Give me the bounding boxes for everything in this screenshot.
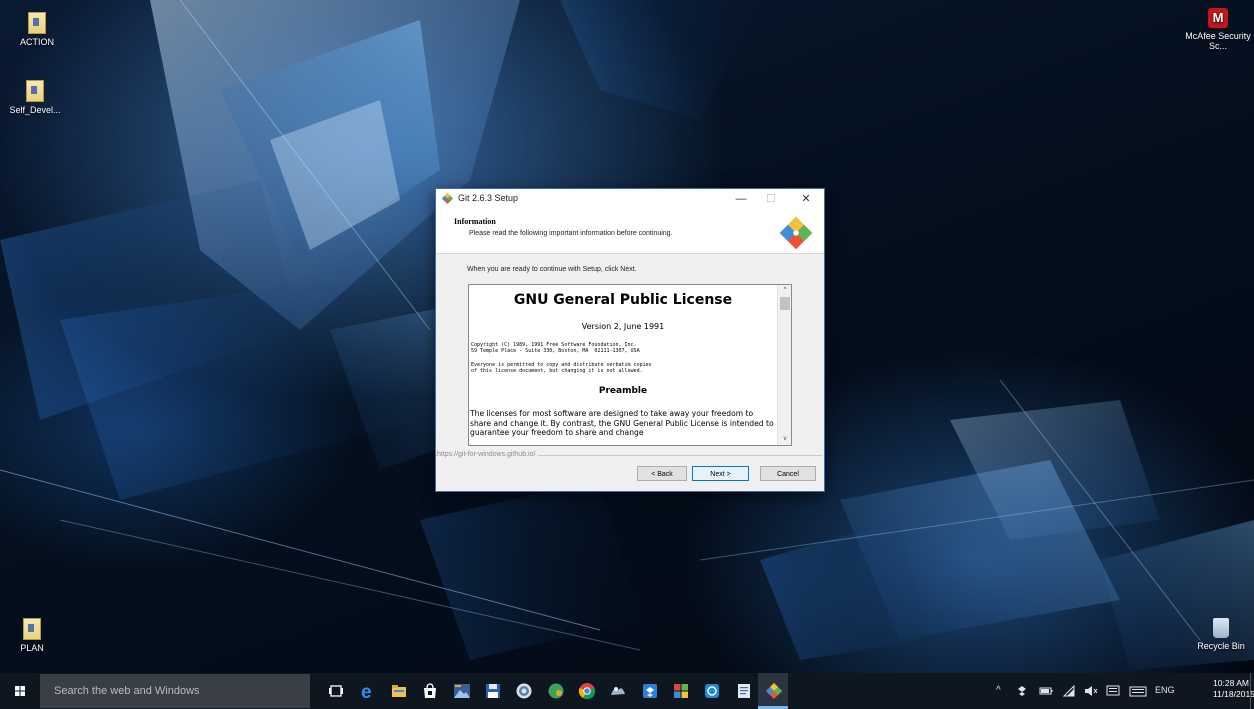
green-phone-icon[interactable] (546, 681, 566, 701)
minimize-button[interactable]: — (726, 189, 756, 209)
preamble-heading: Preamble (598, 386, 648, 396)
address-line: 59 Temple Place - Suite 330, Boston, MA … (471, 348, 640, 354)
document-icon[interactable] (734, 681, 754, 701)
chrome-icon[interactable] (577, 681, 597, 701)
color-tiles-icon[interactable] (671, 681, 691, 701)
scroll-up-arrow[interactable]: ^ (778, 285, 791, 295)
wifi-icon[interactable] (1061, 683, 1077, 699)
wizard-header: Information Please read the following im… (436, 209, 824, 254)
scroll-thumb[interactable] (780, 297, 790, 310)
folder-file-icon (23, 618, 41, 640)
desktop-icon-label: ACTION (19, 37, 54, 47)
action-center-icon[interactable] (1105, 683, 1121, 699)
folder-file-icon (26, 80, 44, 102)
mcafee-icon: M (1208, 8, 1228, 28)
license-content: GNU General Public License Version 2, Ju… (469, 285, 777, 445)
url-divider: https://git-for-windows.github.io/ (436, 451, 824, 459)
file-explorer-icon[interactable] (389, 681, 409, 701)
page-heading: Information (454, 217, 496, 226)
git-icon[interactable] (764, 681, 784, 701)
dropbox-tray-icon[interactable] (1014, 683, 1030, 699)
show-hidden-icons-chevron[interactable]: ^ (996, 685, 1001, 696)
desktop: ACTION Self_Devel... PLAN M McAfee Secur… (0, 0, 1254, 673)
battery-icon[interactable] (1038, 683, 1054, 699)
volume-icon[interactable] (1083, 683, 1099, 699)
search-placeholder: Search the web and Windows (54, 685, 200, 697)
desktop-icon-action[interactable]: ACTION (0, 12, 74, 47)
cancel-button[interactable]: Cancel (760, 466, 816, 481)
instruction-text: When you are ready to continue with Setu… (467, 266, 637, 273)
photo-app-icon[interactable] (452, 681, 472, 701)
save-disk-icon[interactable] (483, 681, 503, 701)
close-button[interactable]: ✕ (791, 189, 821, 209)
dropbox-icon[interactable] (640, 681, 660, 701)
maximize-button: ☐ (766, 193, 776, 205)
clock-time: 10:28 AM (1213, 678, 1249, 688)
desktop-icon-label: PLAN (20, 643, 44, 653)
license-textbox[interactable]: GNU General Public License Version 2, Ju… (468, 284, 792, 446)
touch-keyboard-icon[interactable] (1129, 683, 1147, 699)
git-icon (442, 193, 453, 204)
svg-text:e: e (361, 682, 372, 701)
window-title: Git 2.6.3 Setup (458, 193, 519, 203)
store-icon[interactable] (420, 681, 440, 701)
page-subheading: Please read the following important info… (469, 230, 673, 237)
edge-icon[interactable]: e (358, 681, 378, 701)
desktop-icon-recycle-bin[interactable]: Recycle Bin (1184, 618, 1254, 651)
desktop-icon-label: McAfee Security Sc... (1185, 31, 1251, 51)
desktop-icon-label: Self_Devel... (9, 105, 61, 115)
back-button[interactable]: < Back (637, 466, 687, 481)
pictures-icon[interactable] (608, 681, 628, 701)
desktop-icon-self-devel[interactable]: Self_Devel... (0, 80, 72, 115)
git-setup-window: Git 2.6.3 Setup — ☐ ✕ Information Please… (435, 188, 825, 492)
license-scrollbar[interactable]: ^ v (777, 285, 791, 445)
start-button[interactable] (0, 673, 40, 709)
taskbar-search[interactable]: Search the web and Windows (40, 674, 310, 708)
blue-app-icon[interactable] (702, 681, 722, 701)
project-url-link[interactable]: https://git-for-windows.github.io/ (437, 451, 539, 458)
desktop-icon-plan[interactable]: PLAN (0, 618, 69, 653)
taskbar: Search the web and Windows e ^ ENG 10:28… (0, 673, 1254, 709)
license-version: Version 2, June 1991 (581, 322, 665, 331)
desktop-icon-mcafee[interactable]: M McAfee Security Sc... (1181, 8, 1254, 51)
title-bar[interactable]: Git 2.6.3 Setup — ☐ ✕ (436, 189, 824, 209)
language-indicator[interactable]: ENG (1155, 685, 1175, 695)
folder-file-icon (28, 12, 46, 34)
license-title: GNU General Public License (513, 292, 733, 308)
task-view-icon[interactable] (326, 681, 346, 701)
browser-circle-icon[interactable] (514, 681, 534, 701)
clock[interactable]: 10:28 AM 11/18/2015 (1213, 678, 1254, 700)
git-logo-icon (779, 216, 813, 250)
scroll-down-arrow[interactable]: v (778, 434, 791, 444)
notice-line: of this license document, but changing i… (471, 368, 643, 374)
show-desktop-button[interactable] (1250, 673, 1254, 709)
preamble-paragraph: The licenses for most software are desig… (470, 409, 774, 437)
clock-date: 11/18/2015 (1213, 689, 1254, 699)
next-button[interactable]: Next > (692, 466, 749, 481)
desktop-icon-label: Recycle Bin (1197, 641, 1245, 651)
recycle-bin-icon (1213, 618, 1229, 638)
